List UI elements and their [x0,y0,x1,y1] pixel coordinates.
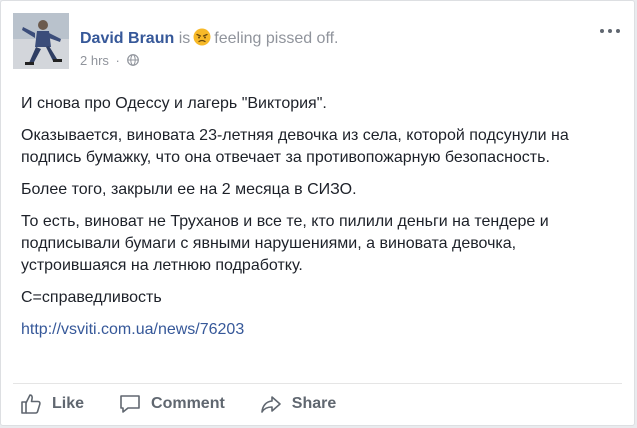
post-title-line: David Braun is feeling pissed off. [80,28,339,48]
post-card: David Braun is feeling pissed off. 2 hrs… [0,0,635,426]
post-body: И снова про Одессу и лагерь "Виктория". … [21,93,621,351]
meta-separator: · [115,53,120,68]
like-button[interactable]: Like [19,392,84,416]
action-bar: Like Comment Share [19,391,370,417]
more-dot [608,29,612,33]
divider [13,383,622,384]
avatar-photo [13,13,69,69]
thumbs-up-icon [21,394,41,414]
feeling-text[interactable]: feeling pissed off. [214,30,338,47]
post-paragraph: Оказывается, виновата 23-летняя девочка … [21,127,569,166]
post-paragraph: И снова про Одессу и лагерь "Виктория". [21,95,327,112]
speech-bubble-icon [120,395,140,413]
share-arrow-icon [260,396,281,413]
timestamp[interactable]: 2 hrs [80,53,109,68]
globe-icon[interactable] [126,54,139,66]
more-options-icon[interactable] [600,25,620,37]
share-button[interactable]: Share [259,392,336,416]
post-paragraph: То есть, виноват не Труханов и все те, к… [21,213,549,274]
more-dot [600,29,604,33]
comment-label: Comment [151,395,225,412]
post-paragraph: С=справедливость [21,289,162,306]
angry-face-icon [193,28,211,46]
author-name[interactable]: David Braun [80,30,174,47]
post-header: David Braun is feeling pissed off. 2 hrs… [13,13,622,69]
comment-button[interactable]: Comment [118,392,225,416]
post-link[interactable]: http://vsviti.com.ua/news/76203 [21,321,244,338]
post-paragraph: Более того, закрыли ее на 2 месяца в СИЗ… [21,181,357,198]
share-label: Share [291,395,337,412]
post-meta: 2 hrs · [80,53,139,68]
avatar[interactable] [13,13,69,69]
like-label: Like [52,395,85,412]
more-dot [616,29,620,33]
is-text: is [178,30,191,47]
